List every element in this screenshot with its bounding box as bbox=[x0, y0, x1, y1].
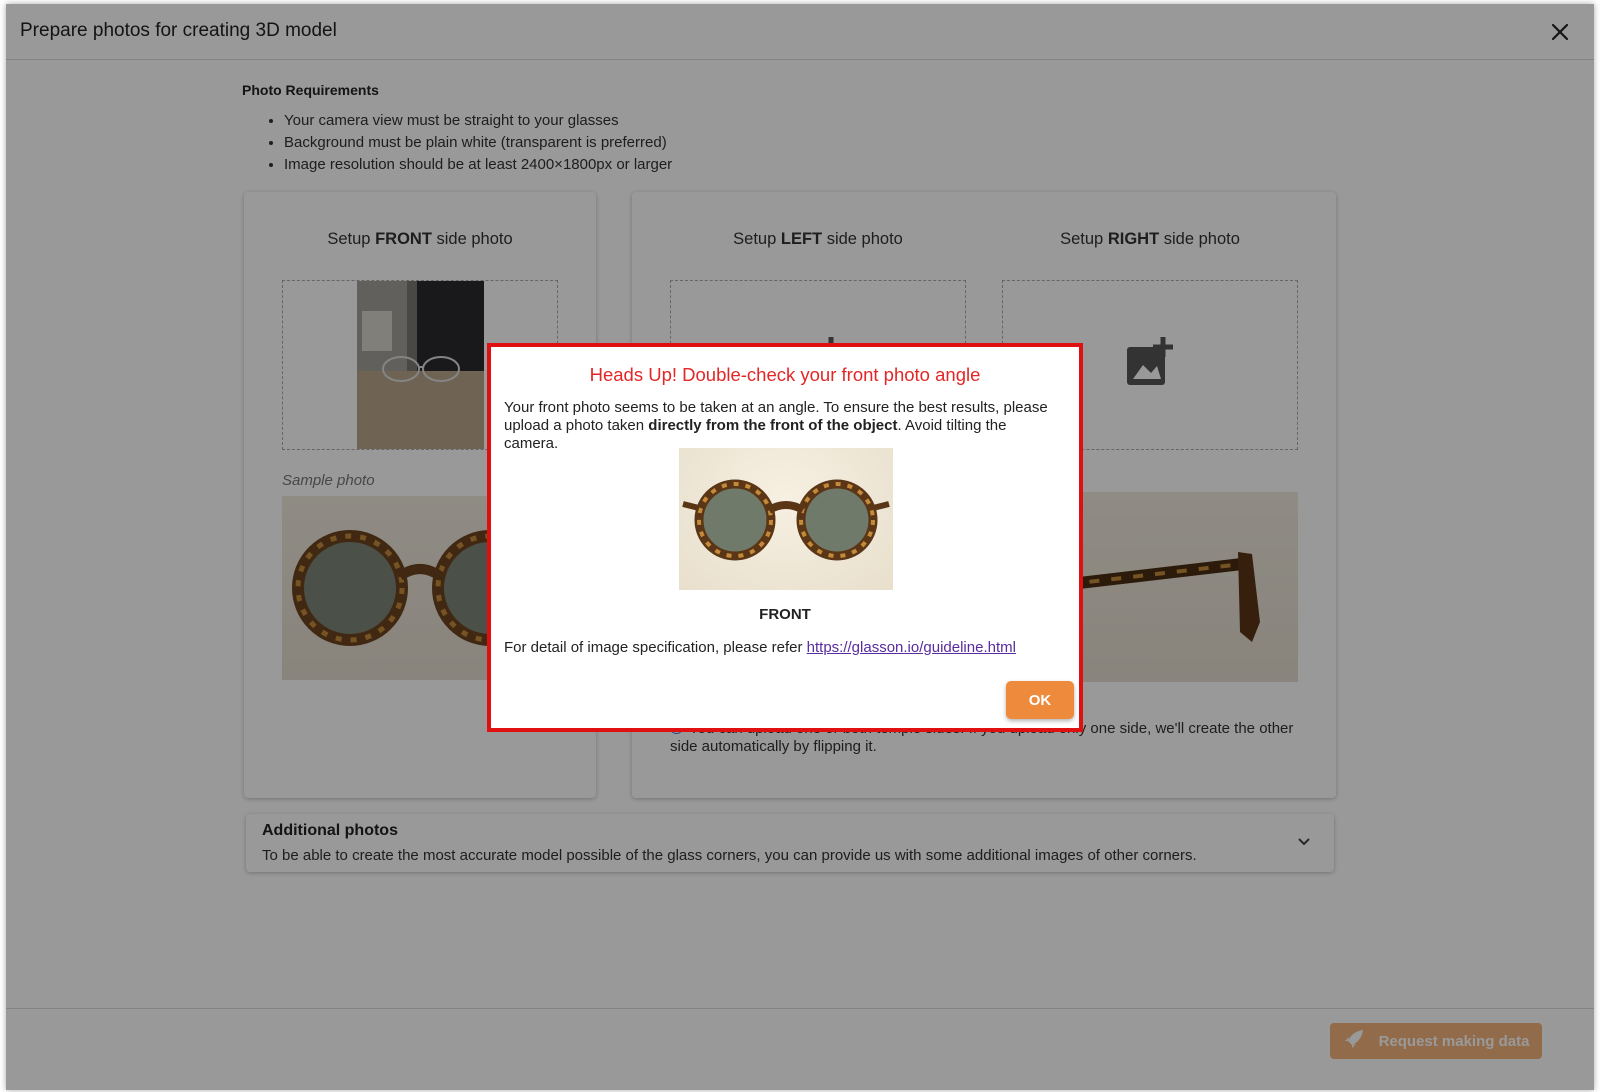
modal-caption: FRONT bbox=[759, 606, 811, 623]
warning-modal: Heads Up! Double-check your front photo … bbox=[487, 343, 1083, 732]
modal-reference: For detail of image specification, pleas… bbox=[504, 639, 1016, 656]
modal-ref-text: For detail of image specification, pleas… bbox=[504, 639, 807, 656]
modal-title: Heads Up! Double-check your front photo … bbox=[589, 364, 981, 385]
ok-button[interactable]: OK bbox=[1006, 681, 1074, 719]
modal-body-bold: directly from the front of the object bbox=[648, 417, 898, 434]
front-example-photo bbox=[679, 448, 893, 590]
guideline-link[interactable]: https://glasson.io/guideline.html bbox=[807, 639, 1016, 656]
modal-body: Your front photo seems to be taken at an… bbox=[504, 399, 1064, 453]
